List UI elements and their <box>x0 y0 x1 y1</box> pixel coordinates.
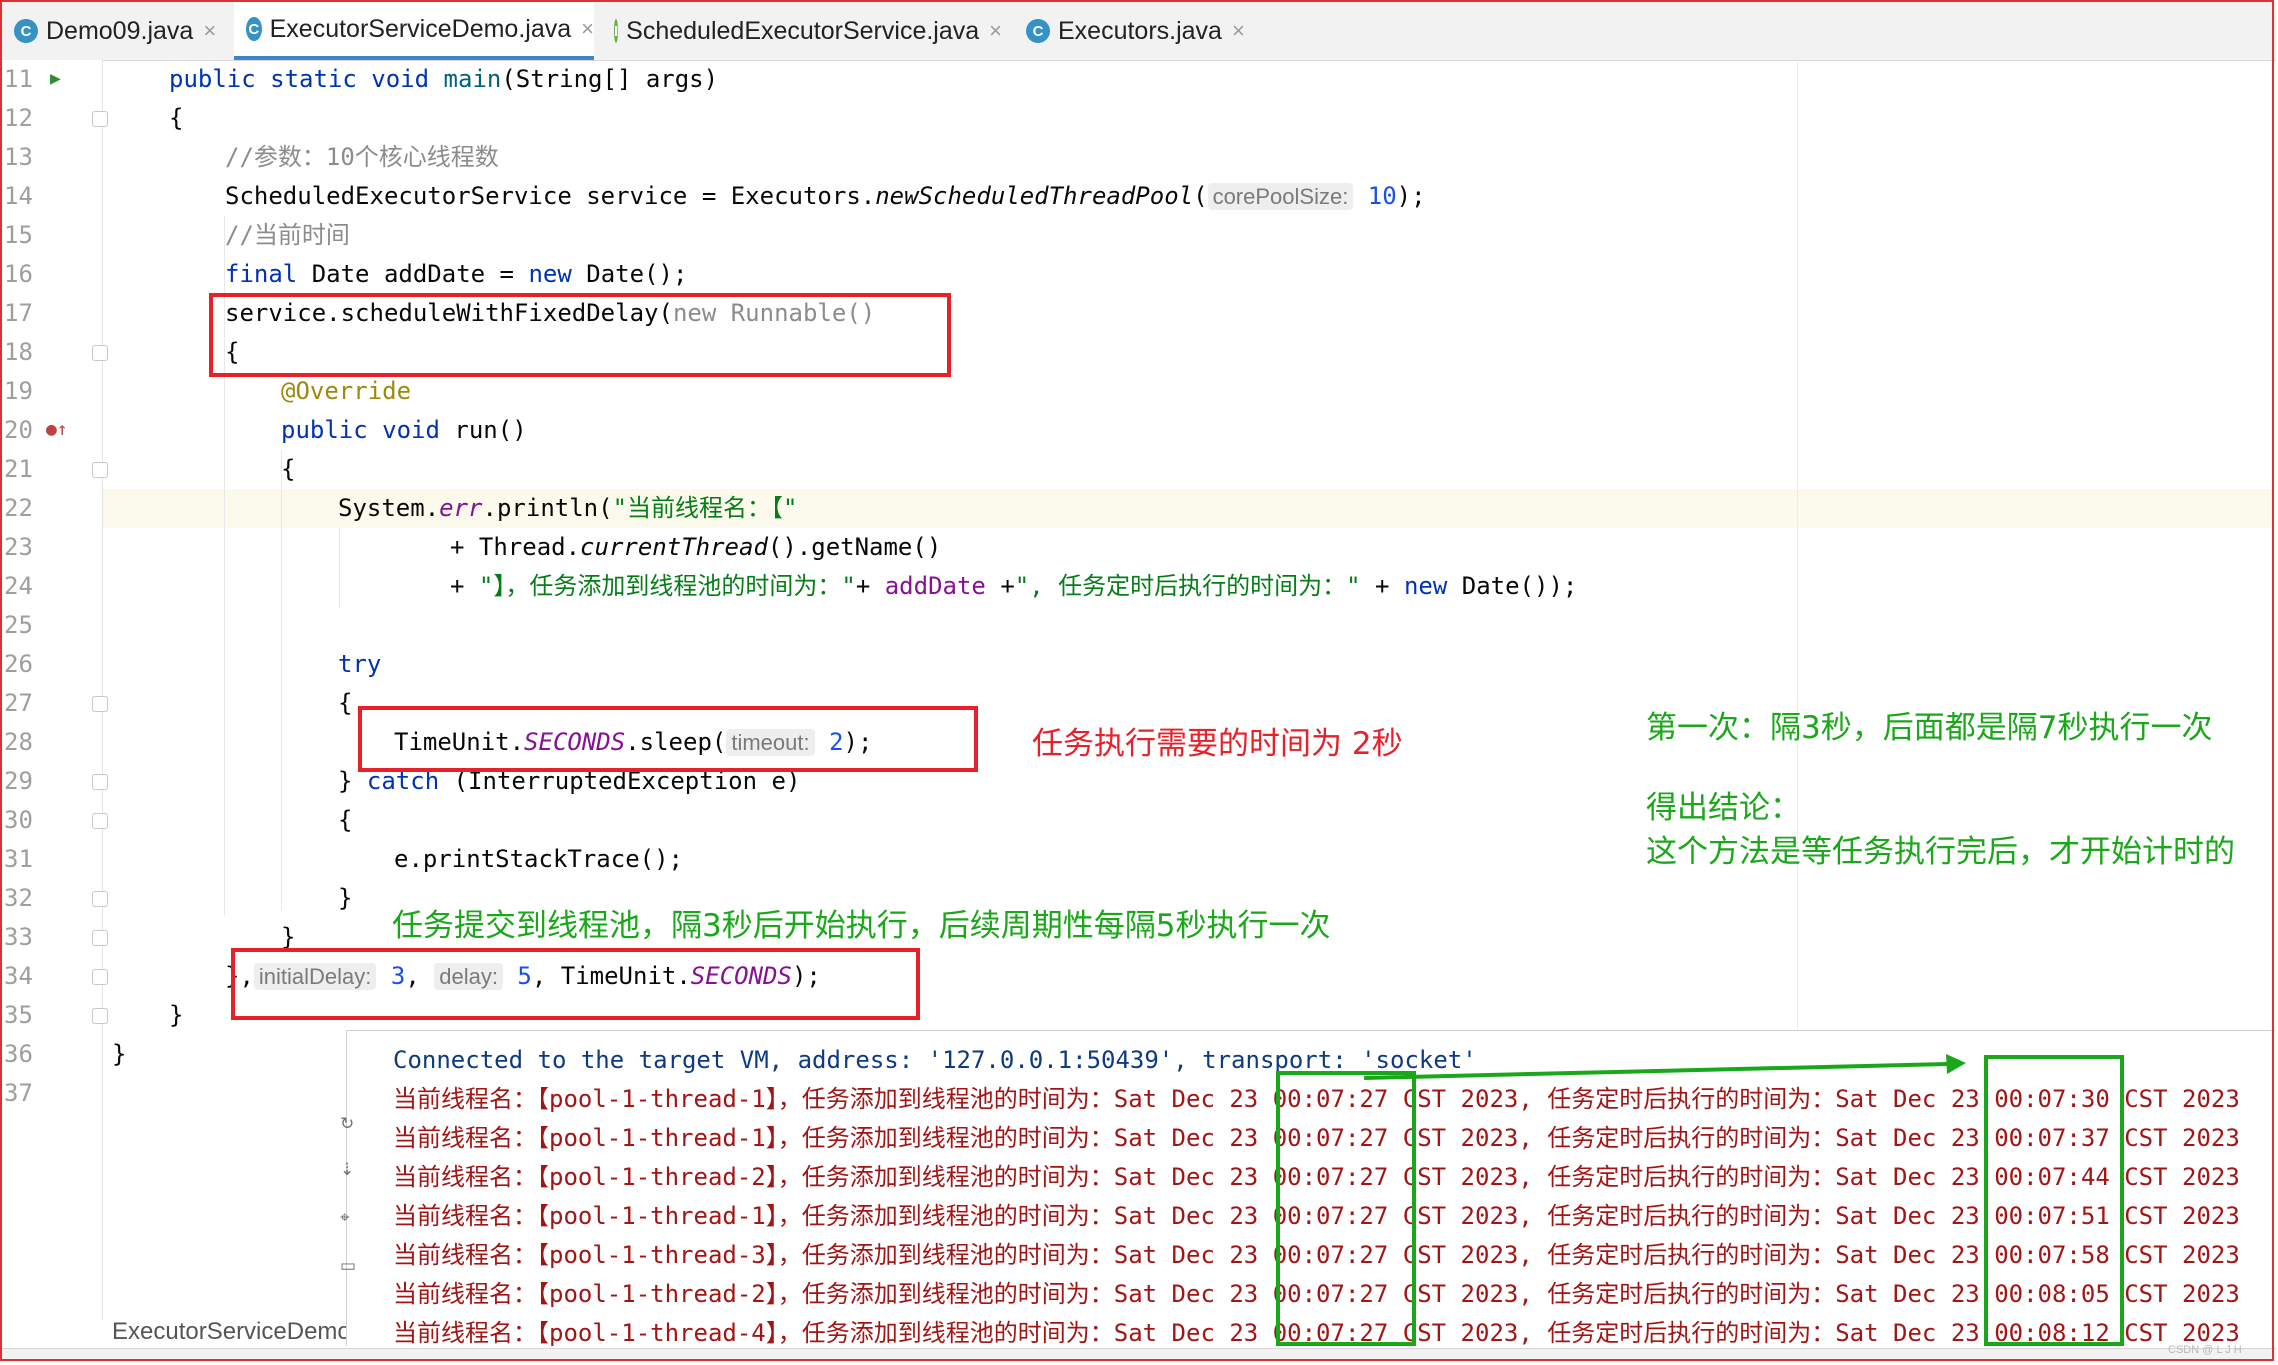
console-tail: CST 2023 <box>2109 1241 2240 1269</box>
highlight-sleep-call <box>358 706 978 772</box>
code-line-31: e.printStackTrace(); <box>394 845 683 873</box>
console-tail: CST 2023 <box>2109 1163 2240 1191</box>
tab-executorservicedemo[interactable]: C ExecutorServiceDemo.java × <box>234 2 594 60</box>
status-bar <box>2 1348 2276 1362</box>
param-hint: corePoolSize: <box>1207 183 1354 210</box>
code-line-35: } <box>169 1001 184 1029</box>
interface-icon: I <box>614 19 619 43</box>
console-prefix: 当前线程名：【 <box>393 1319 549 1346</box>
tab-scheduledexecutorservice[interactable]: I ScheduledExecutorService.java × <box>602 2 1002 60</box>
tab-label: Demo09.java <box>46 16 194 45</box>
watermark: CSDN @ L J H <box>2168 1344 2242 1356</box>
code-line-15: //当前时间 <box>225 221 350 249</box>
console-mid: 】，任务添加到线程池的时间为：Sat Dec 23 <box>765 1085 1273 1113</box>
editor-tab-bar: C Demo09.java × C ExecutorServiceDemo.ja… <box>2 2 2276 61</box>
close-icon[interactable]: × <box>1232 18 1245 44</box>
console-mid: CST 2023, 任务定时后执行的时间为：Sat Dec 23 <box>1388 1085 1995 1113</box>
thread-name: pool-1-thread-2 <box>549 1280 766 1308</box>
tab-demo09[interactable]: C Demo09.java × <box>2 2 220 60</box>
pin-icon[interactable]: ⌖ <box>340 1208 354 1228</box>
console-mid: 】，任务添加到线程池的时间为：Sat Dec 23 <box>765 1163 1273 1191</box>
rerun-icon[interactable]: ↻ <box>340 1114 354 1134</box>
bottom-file-tab[interactable]: ExecutorServiceDemo <box>112 1318 351 1346</box>
console-toolbar: ↻ ⇣ ⌖ ▭ <box>338 1058 356 1318</box>
class-icon: C <box>246 17 262 41</box>
code-line-30: { <box>338 806 353 834</box>
note-conclusion-body: 这个方法是等任务执行完后，才开始计时的 <box>1646 834 2235 870</box>
code-line-32: } <box>338 884 353 912</box>
code-line-21: { <box>281 455 296 483</box>
console-mid: 】，任务添加到线程池的时间为：Sat Dec 23 <box>765 1319 1273 1346</box>
code-line-11: public static void main(String[] args) <box>169 65 719 93</box>
thread-name: pool-1-thread-2 <box>549 1163 766 1191</box>
note-first-run: 第一次：隔3秒，后面都是隔7秒执行一次 <box>1646 710 2213 746</box>
console-mid: CST 2023, 任务定时后执行的时间为：Sat Dec 23 <box>1388 1280 1995 1308</box>
highlight-run-times <box>1984 1055 2124 1346</box>
close-icon[interactable]: × <box>581 16 594 42</box>
console-tail: CST 2023 <box>2109 1085 2240 1113</box>
code-line-26: try <box>338 650 382 678</box>
console-prefix: 当前线程名：【 <box>393 1280 549 1308</box>
code-line-36: } <box>112 1040 127 1068</box>
code-line-22: System.err.println("当前线程名：【" <box>338 494 798 522</box>
console-tail: CST 2023 <box>2109 1202 2240 1230</box>
console-mid: 】，任务添加到线程池的时间为：Sat Dec 23 <box>765 1241 1273 1269</box>
class-icon: C <box>1026 19 1050 43</box>
console-prefix: 当前线程名：【 <box>393 1163 549 1191</box>
scroll-icon[interactable]: ⇣ <box>340 1160 354 1180</box>
console-mid: CST 2023, 任务定时后执行的时间为：Sat Dec 23 <box>1388 1319 1995 1346</box>
console-tail: CST 2023 <box>2109 1280 2240 1308</box>
line-number: 37 <box>4 1079 33 1107</box>
console-prefix: 当前线程名：【 <box>393 1202 549 1230</box>
tab-executors[interactable]: C Executors.java × <box>1014 2 1248 60</box>
thread-name: pool-1-thread-3 <box>549 1241 766 1269</box>
code-line-12: { <box>169 104 184 132</box>
close-icon[interactable]: × <box>203 18 216 44</box>
console-mid: 】，任务添加到线程池的时间为：Sat Dec 23 <box>765 1280 1273 1308</box>
tab-label: Executors.java <box>1058 16 1222 45</box>
code-line-24: + "】，任务添加到线程池的时间为："+ addDate +", 任务定时后执行… <box>450 572 1578 600</box>
code-line-19: @Override <box>281 377 412 405</box>
thread-name: pool-1-thread-1 <box>549 1202 766 1230</box>
console-mid: CST 2023, 任务定时后执行的时间为：Sat Dec 23 <box>1388 1163 1995 1191</box>
thread-name: pool-1-thread-1 <box>549 1124 766 1152</box>
code-line-23: + Thread.currentThread().getName() <box>450 533 942 561</box>
console-mid: 】，任务添加到线程池的时间为：Sat Dec 23 <box>765 1202 1273 1230</box>
console-tail: CST 2023 <box>2109 1319 2240 1346</box>
code-line-13: //参数：10个核心线程数 <box>225 143 499 171</box>
highlight-added-times <box>1276 1071 1416 1346</box>
code-line-20: public void run() <box>281 416 527 444</box>
highlight-delay-args <box>231 948 920 1020</box>
console-tail: CST 2023 <box>2109 1124 2240 1152</box>
code-line-27: { <box>338 689 353 717</box>
thread-name: pool-1-thread-4 <box>549 1319 766 1346</box>
console-mid: CST 2023, 任务定时后执行的时间为：Sat Dec 23 <box>1388 1202 1995 1230</box>
thread-name: pool-1-thread-1 <box>549 1085 766 1113</box>
console-prefix: 当前线程名：【 <box>393 1241 549 1269</box>
class-icon: C <box>14 19 38 43</box>
tab-label: ExecutorServiceDemo.java <box>269 14 572 43</box>
console-mid: CST 2023, 任务定时后执行的时间为：Sat Dec 23 <box>1388 1241 1995 1269</box>
console-prefix: 当前线程名：【 <box>393 1085 549 1113</box>
console-mid: 】，任务添加到线程池的时间为：Sat Dec 23 <box>765 1124 1273 1152</box>
print-icon[interactable]: ▭ <box>340 1256 356 1276</box>
note-conclusion-title: 得出结论： <box>1646 790 1801 826</box>
note-task-duration: 任务执行需要的时间为 2秒 <box>1032 726 1403 762</box>
console-prefix: 当前线程名：【 <box>393 1124 549 1152</box>
highlight-schedule-call <box>209 293 951 377</box>
console-mid: CST 2023, 任务定时后执行的时间为：Sat Dec 23 <box>1388 1124 1995 1152</box>
note-submit-delay: 任务提交到线程池，隔3秒后开始执行，后续周期性每隔5秒执行一次 <box>392 908 1331 944</box>
close-icon[interactable]: × <box>989 18 1002 44</box>
code-line-16: final Date addDate = new Date(); <box>225 260 688 288</box>
tab-label: ScheduledExecutorService.java <box>626 16 980 45</box>
time-arrow <box>1363 1054 1966 1080</box>
code-line-14: ScheduledExecutorService service = Execu… <box>225 182 1426 210</box>
